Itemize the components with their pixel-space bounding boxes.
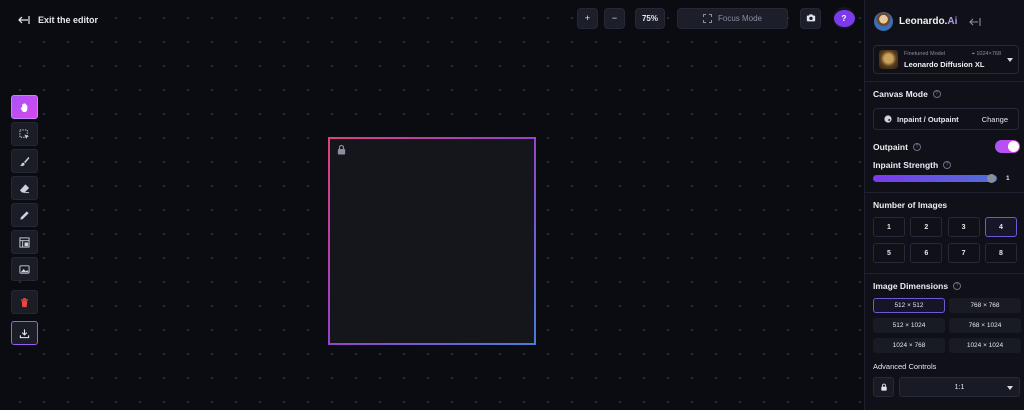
image-tool[interactable] bbox=[11, 257, 38, 281]
num-images-option[interactable]: 5 bbox=[873, 243, 905, 263]
exit-editor-button[interactable]: Exit the editor bbox=[18, 14, 98, 26]
delete-tool[interactable] bbox=[11, 290, 38, 314]
dimension-option[interactable]: 768 × 768 bbox=[949, 298, 1021, 313]
generation-frame[interactable] bbox=[328, 137, 536, 345]
num-images-grid: 1234 5678 bbox=[873, 217, 1020, 263]
download-tool[interactable] bbox=[11, 321, 38, 345]
num-images-option[interactable]: 1 bbox=[873, 217, 905, 237]
dimension-option[interactable]: 512 × 1024 bbox=[873, 318, 945, 333]
inpaint-strength-value: 1 bbox=[1006, 175, 1010, 182]
pencil-tool[interactable] bbox=[11, 203, 38, 227]
user-avatar[interactable] bbox=[874, 12, 893, 31]
focus-icon bbox=[702, 13, 712, 23]
info-icon[interactable]: ? bbox=[953, 282, 962, 290]
brand: Leonardo.Ai bbox=[874, 12, 981, 31]
hand-icon bbox=[20, 102, 28, 112]
chevron-down-icon bbox=[1007, 386, 1013, 390]
screenshot-button[interactable] bbox=[800, 7, 821, 29]
canvas-toolbar bbox=[11, 95, 38, 345]
num-images-option[interactable]: 8 bbox=[984, 243, 1017, 263]
canvas-area[interactable]: Exit the editor + − 75% Focus Mode ? bbox=[0, 0, 864, 410]
dimension-option[interactable]: 1024 × 768 bbox=[873, 338, 945, 353]
num-images-option[interactable]: 7 bbox=[947, 243, 980, 263]
camera-icon bbox=[806, 14, 815, 22]
num-images-option[interactable]: 3 bbox=[947, 217, 980, 237]
info-icon[interactable]: ? bbox=[932, 90, 941, 98]
settings-panel: Leonardo.Ai Finetuned Model ⌖ 1024×768 L… bbox=[864, 0, 1024, 410]
num-images-option[interactable]: 6 bbox=[910, 243, 943, 263]
download-icon bbox=[19, 328, 30, 338]
num-images-option[interactable]: 4 bbox=[984, 217, 1017, 237]
select-icon bbox=[19, 128, 30, 139]
eraser-tool[interactable] bbox=[11, 176, 38, 200]
select-tool[interactable] bbox=[11, 122, 38, 146]
generation-frame-canvas[interactable] bbox=[330, 139, 534, 343]
frame-icon bbox=[19, 236, 30, 248]
inpaint-strength-slider[interactable] bbox=[873, 175, 997, 182]
dimension-option[interactable]: 768 × 1024 bbox=[949, 318, 1021, 333]
image-icon bbox=[19, 264, 30, 274]
image-dimensions-title: Image Dimensions ? bbox=[873, 281, 962, 291]
change-mode-button[interactable]: Change bbox=[982, 115, 1008, 124]
pan-tool[interactable] bbox=[11, 95, 38, 119]
lock-icon bbox=[880, 383, 887, 391]
num-images-option[interactable]: 2 bbox=[910, 217, 943, 237]
image-dimensions-grid: 512 × 512 768 × 768 512 × 1024 768 × 1024 10… bbox=[873, 298, 1021, 353]
toggle-knob bbox=[1008, 141, 1019, 152]
brush-tool[interactable] bbox=[11, 149, 38, 173]
divider bbox=[865, 273, 1024, 274]
model-selector[interactable]: Finetuned Model ⌖ 1024×768 Leonardo Diff… bbox=[873, 45, 1019, 74]
palette-icon bbox=[884, 115, 892, 123]
brush-icon bbox=[19, 156, 30, 166]
advanced-controls-label: Advanced Controls bbox=[873, 362, 937, 371]
model-thumbnail bbox=[879, 50, 898, 69]
frame-tool[interactable] bbox=[11, 230, 38, 254]
model-name: Leonardo Diffusion XL bbox=[904, 59, 985, 69]
focus-mode-button[interactable]: Focus Mode bbox=[677, 7, 788, 29]
canvas-mode-title: Canvas Mode ? bbox=[873, 89, 941, 99]
arrow-left-icon bbox=[18, 16, 30, 24]
num-images-title: Number of Images bbox=[873, 200, 948, 210]
focus-mode-label: Focus Mode bbox=[717, 13, 763, 23]
aspect-ratio-select[interactable]: 1:1 bbox=[899, 377, 1020, 397]
model-dimensions: ⌖ 1024×768 bbox=[971, 50, 1001, 57]
zoom-out-button[interactable]: − bbox=[604, 7, 625, 29]
collapse-panel-icon[interactable] bbox=[969, 17, 981, 27]
info-icon[interactable]: ? bbox=[943, 161, 952, 169]
divider bbox=[865, 192, 1024, 193]
zoom-level[interactable]: 75% bbox=[635, 7, 665, 29]
lock-icon[interactable] bbox=[336, 144, 347, 155]
help-button[interactable]: ? bbox=[833, 9, 855, 27]
trash-icon bbox=[20, 297, 29, 307]
outpaint-label: Outpaint ? bbox=[873, 142, 921, 152]
info-icon[interactable]: ? bbox=[912, 143, 921, 151]
pencil-icon bbox=[20, 210, 29, 220]
brand-name: Leonardo.Ai bbox=[899, 16, 958, 27]
slider-handle[interactable] bbox=[987, 174, 996, 183]
dimension-option[interactable]: 512 × 512 bbox=[873, 298, 945, 313]
dimension-option[interactable]: 1024 × 1024 bbox=[949, 338, 1021, 353]
exit-editor-label: Exit the editor bbox=[38, 15, 99, 25]
model-type-label: Finetuned Model bbox=[904, 50, 945, 57]
help-wrapper: ? bbox=[833, 7, 855, 29]
canvas-mode-box: Inpaint / Outpaint Change bbox=[873, 108, 1019, 130]
aspect-ratio-value: 1:1 bbox=[954, 383, 965, 391]
inpaint-strength-label: Inpaint Strength ? bbox=[873, 160, 952, 170]
canvas-mode-value: Inpaint / Outpaint bbox=[897, 114, 959, 124]
zoom-in-button[interactable]: + bbox=[577, 7, 598, 29]
aspect-lock-button[interactable] bbox=[873, 377, 894, 397]
eraser-icon bbox=[19, 183, 30, 193]
divider bbox=[865, 81, 1024, 82]
model-text: Finetuned Model ⌖ 1024×768 Leonardo Diff… bbox=[904, 51, 1001, 69]
canvas-topbar: + − 75% Focus Mode ? bbox=[577, 7, 855, 29]
chevron-down-icon bbox=[1007, 57, 1013, 62]
outpaint-toggle[interactable] bbox=[995, 140, 1020, 153]
